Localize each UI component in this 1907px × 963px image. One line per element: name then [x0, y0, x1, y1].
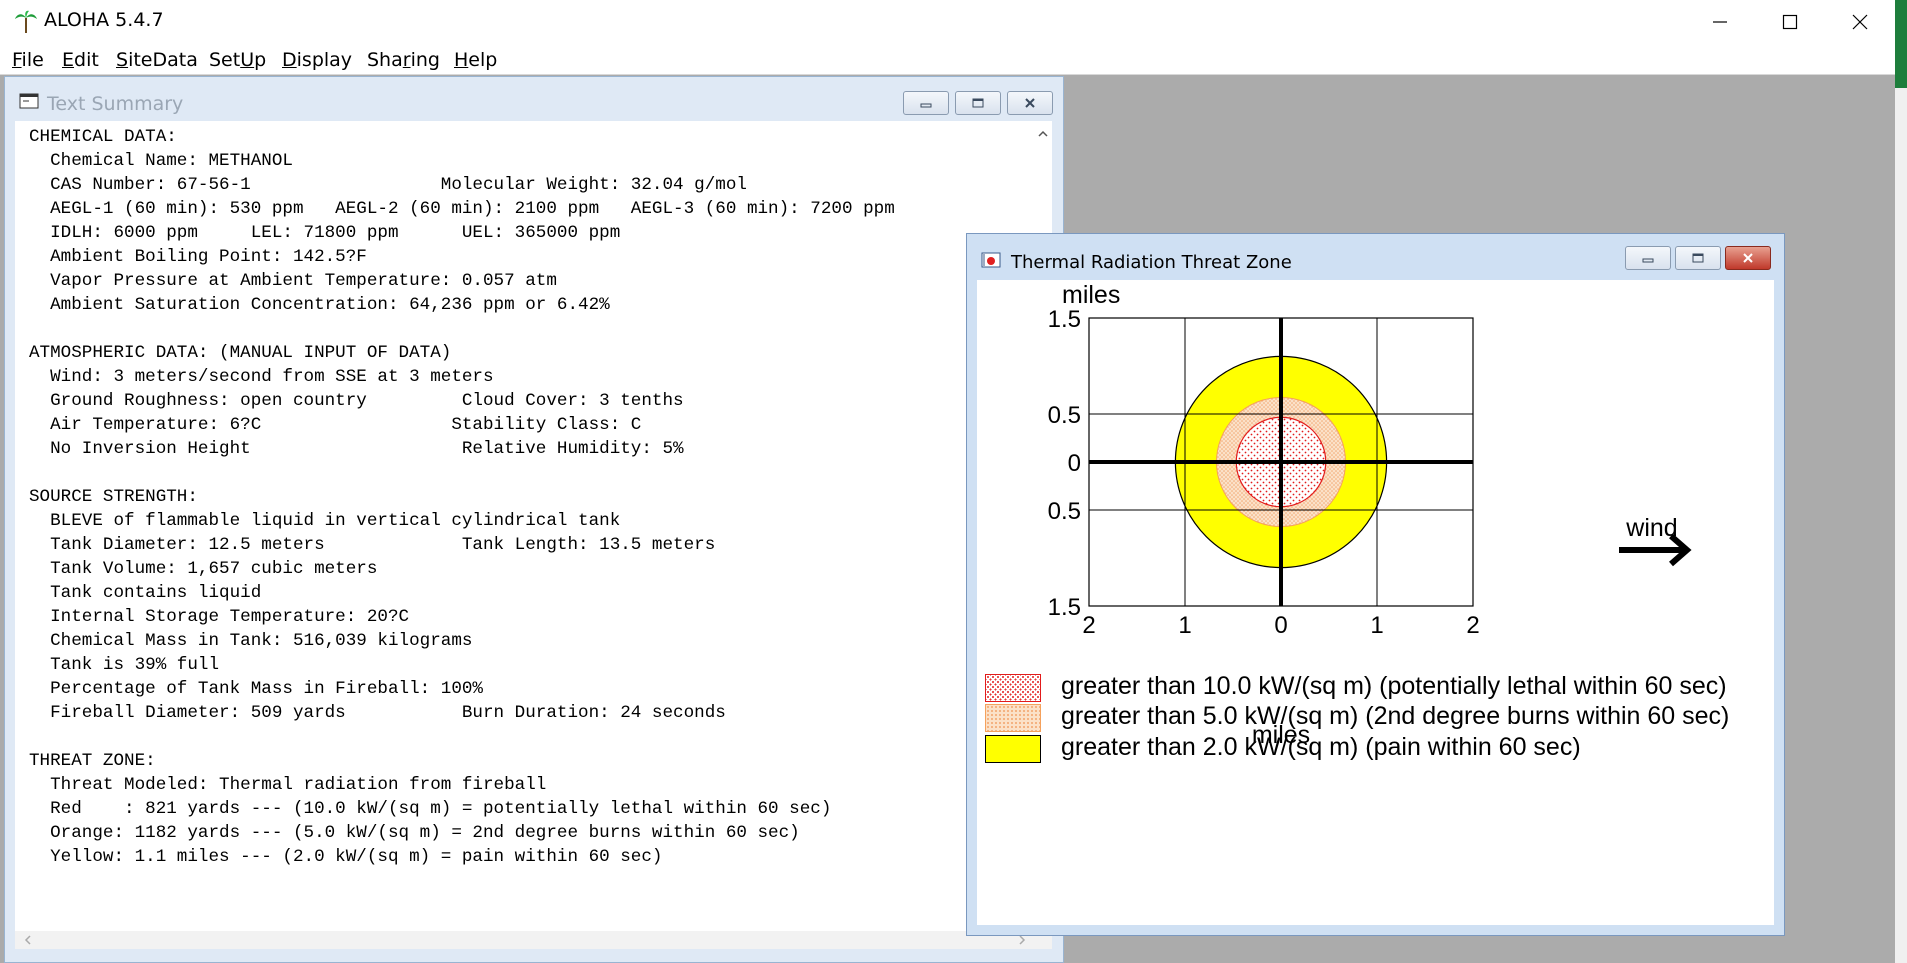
aloha-palm-icon [15, 10, 37, 33]
legend-swatch-yellow [985, 735, 1041, 763]
summary-line: Wind: 3 meters/second from SSE at 3 mete… [29, 367, 494, 387]
menu-display[interactable]: Display [282, 49, 352, 71]
legend-label: greater than 5.0 kW/(sq m) (2nd degree b… [1061, 702, 1730, 730]
minimize-button[interactable] [1685, 0, 1755, 44]
close-button[interactable] [1825, 0, 1895, 44]
restore-icon [972, 98, 984, 108]
summary-line: AEGL-1 (60 min): 530 ppm AEGL-2 (60 min)… [29, 199, 895, 219]
summary-line: Tank Diameter: 12.5 meters Tank Length: … [29, 535, 716, 555]
summary-line: Red : 821 yards --- (10.0 kW/(sq m) = po… [29, 799, 832, 819]
chevron-left-icon [24, 935, 31, 945]
legend-row-orange: greater than 5.0 kW/(sq m) (2nd degree b… [977, 700, 1774, 734]
text-summary-minimize-button[interactable] [903, 91, 949, 115]
summary-line: IDLH: 6000 ppm LEL: 71800 ppm UEL: 36500… [29, 223, 621, 243]
menu-file[interactable]: File [12, 49, 44, 71]
background-window-edge [1895, 88, 1907, 963]
maximize-icon [1782, 14, 1798, 30]
summary-line: BLEVE of flammable liquid in vertical cy… [29, 511, 621, 531]
menu-help[interactable]: Help [454, 49, 497, 71]
horizontal-scrollbar[interactable] [15, 931, 1052, 949]
text-summary-window: Text Summary CHEMICAL DATA: Chemical Nam… [4, 76, 1064, 963]
summary-line: Ambient Boiling Point: 142.5?F [29, 247, 367, 267]
legend-swatch-orange [985, 704, 1041, 732]
threat-zone-content: 1.5 0.5 0 0.5 1.5 2 1 0 1 2 miles miles wind grea… [977, 280, 1774, 925]
x-tick-label: 1 [1370, 612, 1383, 639]
menu-setup[interactable]: SetUp [209, 49, 266, 71]
legend-swatch-red [985, 674, 1041, 702]
legend-row-red: greater than 10.0 kW/(sq m) (potentially… [977, 670, 1774, 704]
summary-line: ATMOSPHERIC DATA: (MANUAL INPUT OF DATA) [29, 343, 452, 363]
summary-line: Tank Volume: 1,657 cubic meters [29, 559, 378, 579]
threat-zone-close-button[interactable] [1725, 246, 1771, 270]
text-summary-restore-button[interactable] [955, 91, 1001, 115]
text-summary-close-button[interactable] [1007, 91, 1053, 115]
text-document-icon [19, 93, 39, 109]
y-tick-label: 0 [1068, 450, 1081, 477]
threat-zone-window: Thermal Radiation Threat Zone 1.5 0.5 0 … [966, 233, 1785, 936]
threat-zone-minimize-button[interactable] [1625, 246, 1671, 270]
menu-sharing[interactable]: Sharing [367, 49, 440, 71]
summary-text: CHEMICAL DATA: Chemical Name: METHANOL C… [29, 125, 895, 869]
restore-icon [1692, 253, 1704, 263]
close-icon [1025, 98, 1035, 108]
summary-line: Air Temperature: 6?C Stability Class: C [29, 415, 642, 435]
summary-line: Ambient Saturation Concentration: 64,236… [29, 295, 610, 315]
y-axis-unit-label: miles [1062, 281, 1120, 309]
minimize-icon [1713, 21, 1727, 23]
summary-line: Vapor Pressure at Ambient Temperature: 0… [29, 271, 557, 291]
summary-line: Ground Roughness: open country Cloud Cov… [29, 391, 684, 411]
close-icon [1743, 253, 1753, 263]
y-tick-label: 1.5 [1048, 594, 1081, 621]
summary-line: Tank is 39% full [29, 655, 220, 675]
summary-line: Chemical Mass in Tank: 516,039 kilograms [29, 631, 473, 651]
text-summary-content: CHEMICAL DATA: Chemical Name: METHANOL C… [15, 121, 1052, 949]
legend-row-yellow: greater than 2.0 kW/(sq m) (pain within … [977, 731, 1774, 765]
y-tick-label: 0.5 [1048, 402, 1081, 429]
close-icon [1852, 14, 1868, 30]
threat-zone-restore-button[interactable] [1675, 246, 1721, 270]
x-tick-label: 2 [1466, 612, 1479, 639]
y-tick-label: 0.5 [1048, 498, 1081, 525]
x-tick-label: 0 [1274, 612, 1287, 639]
app-title: ALOHA 5.4.7 [44, 9, 164, 31]
summary-line: Internal Storage Temperature: 20?C [29, 607, 410, 627]
menu-edit[interactable]: Edit [62, 49, 99, 71]
summary-line: THREAT ZONE: [29, 751, 156, 771]
text-summary-caption[interactable]: Text Summary [5, 77, 1063, 121]
text-summary-title: Text Summary [47, 93, 184, 115]
threat-zone-caption[interactable]: Thermal Radiation Threat Zone [967, 234, 1784, 280]
summary-line: Yellow: 1.1 miles --- (2.0 kW/(sq m) = p… [29, 847, 663, 867]
maximize-button[interactable] [1755, 0, 1825, 44]
x-tick-label: 2 [1082, 612, 1095, 639]
legend-label: greater than 2.0 kW/(sq m) (pain within … [1061, 733, 1581, 761]
summary-line: Chemical Name: METHANOL [29, 151, 293, 171]
summary-line: CAS Number: 67-56-1 Molecular Weight: 32… [29, 175, 747, 195]
summary-line: Percentage of Tank Mass in Fireball: 100… [29, 679, 483, 699]
summary-line: SOURCE STRENGTH: [29, 487, 198, 507]
menu-sitedata[interactable]: SiteData [116, 49, 198, 71]
summary-line: Fireball Diameter: 509 yards Burn Durati… [29, 703, 726, 723]
summary-line: Tank contains liquid [29, 583, 262, 603]
minimize-icon [1642, 258, 1654, 263]
chevron-up-icon [1038, 130, 1048, 137]
app-titlebar: ALOHA 5.4.7 [0, 0, 1907, 44]
summary-line: Threat Modeled: Thermal radiation from f… [29, 775, 547, 795]
threat-zone-title: Thermal Radiation Threat Zone [1011, 252, 1292, 273]
minimize-icon [920, 103, 932, 108]
summary-line: Orange: 1182 yards --- (5.0 kW/(sq m) = … [29, 823, 800, 843]
legend-label: greater than 10.0 kW/(sq m) (potentially… [1061, 672, 1727, 700]
background-window-strip [1895, 0, 1907, 88]
summary-line: CHEMICAL DATA: [29, 127, 177, 147]
threat-zone-icon [981, 252, 1001, 268]
summary-line: No Inversion Height Relative Humidity: 5… [29, 439, 684, 459]
y-tick-label: 1.5 [1048, 306, 1081, 333]
menu-bar: File Edit SiteData SetUp Display Sharing… [0, 44, 1895, 75]
x-tick-label: 1 [1178, 612, 1191, 639]
